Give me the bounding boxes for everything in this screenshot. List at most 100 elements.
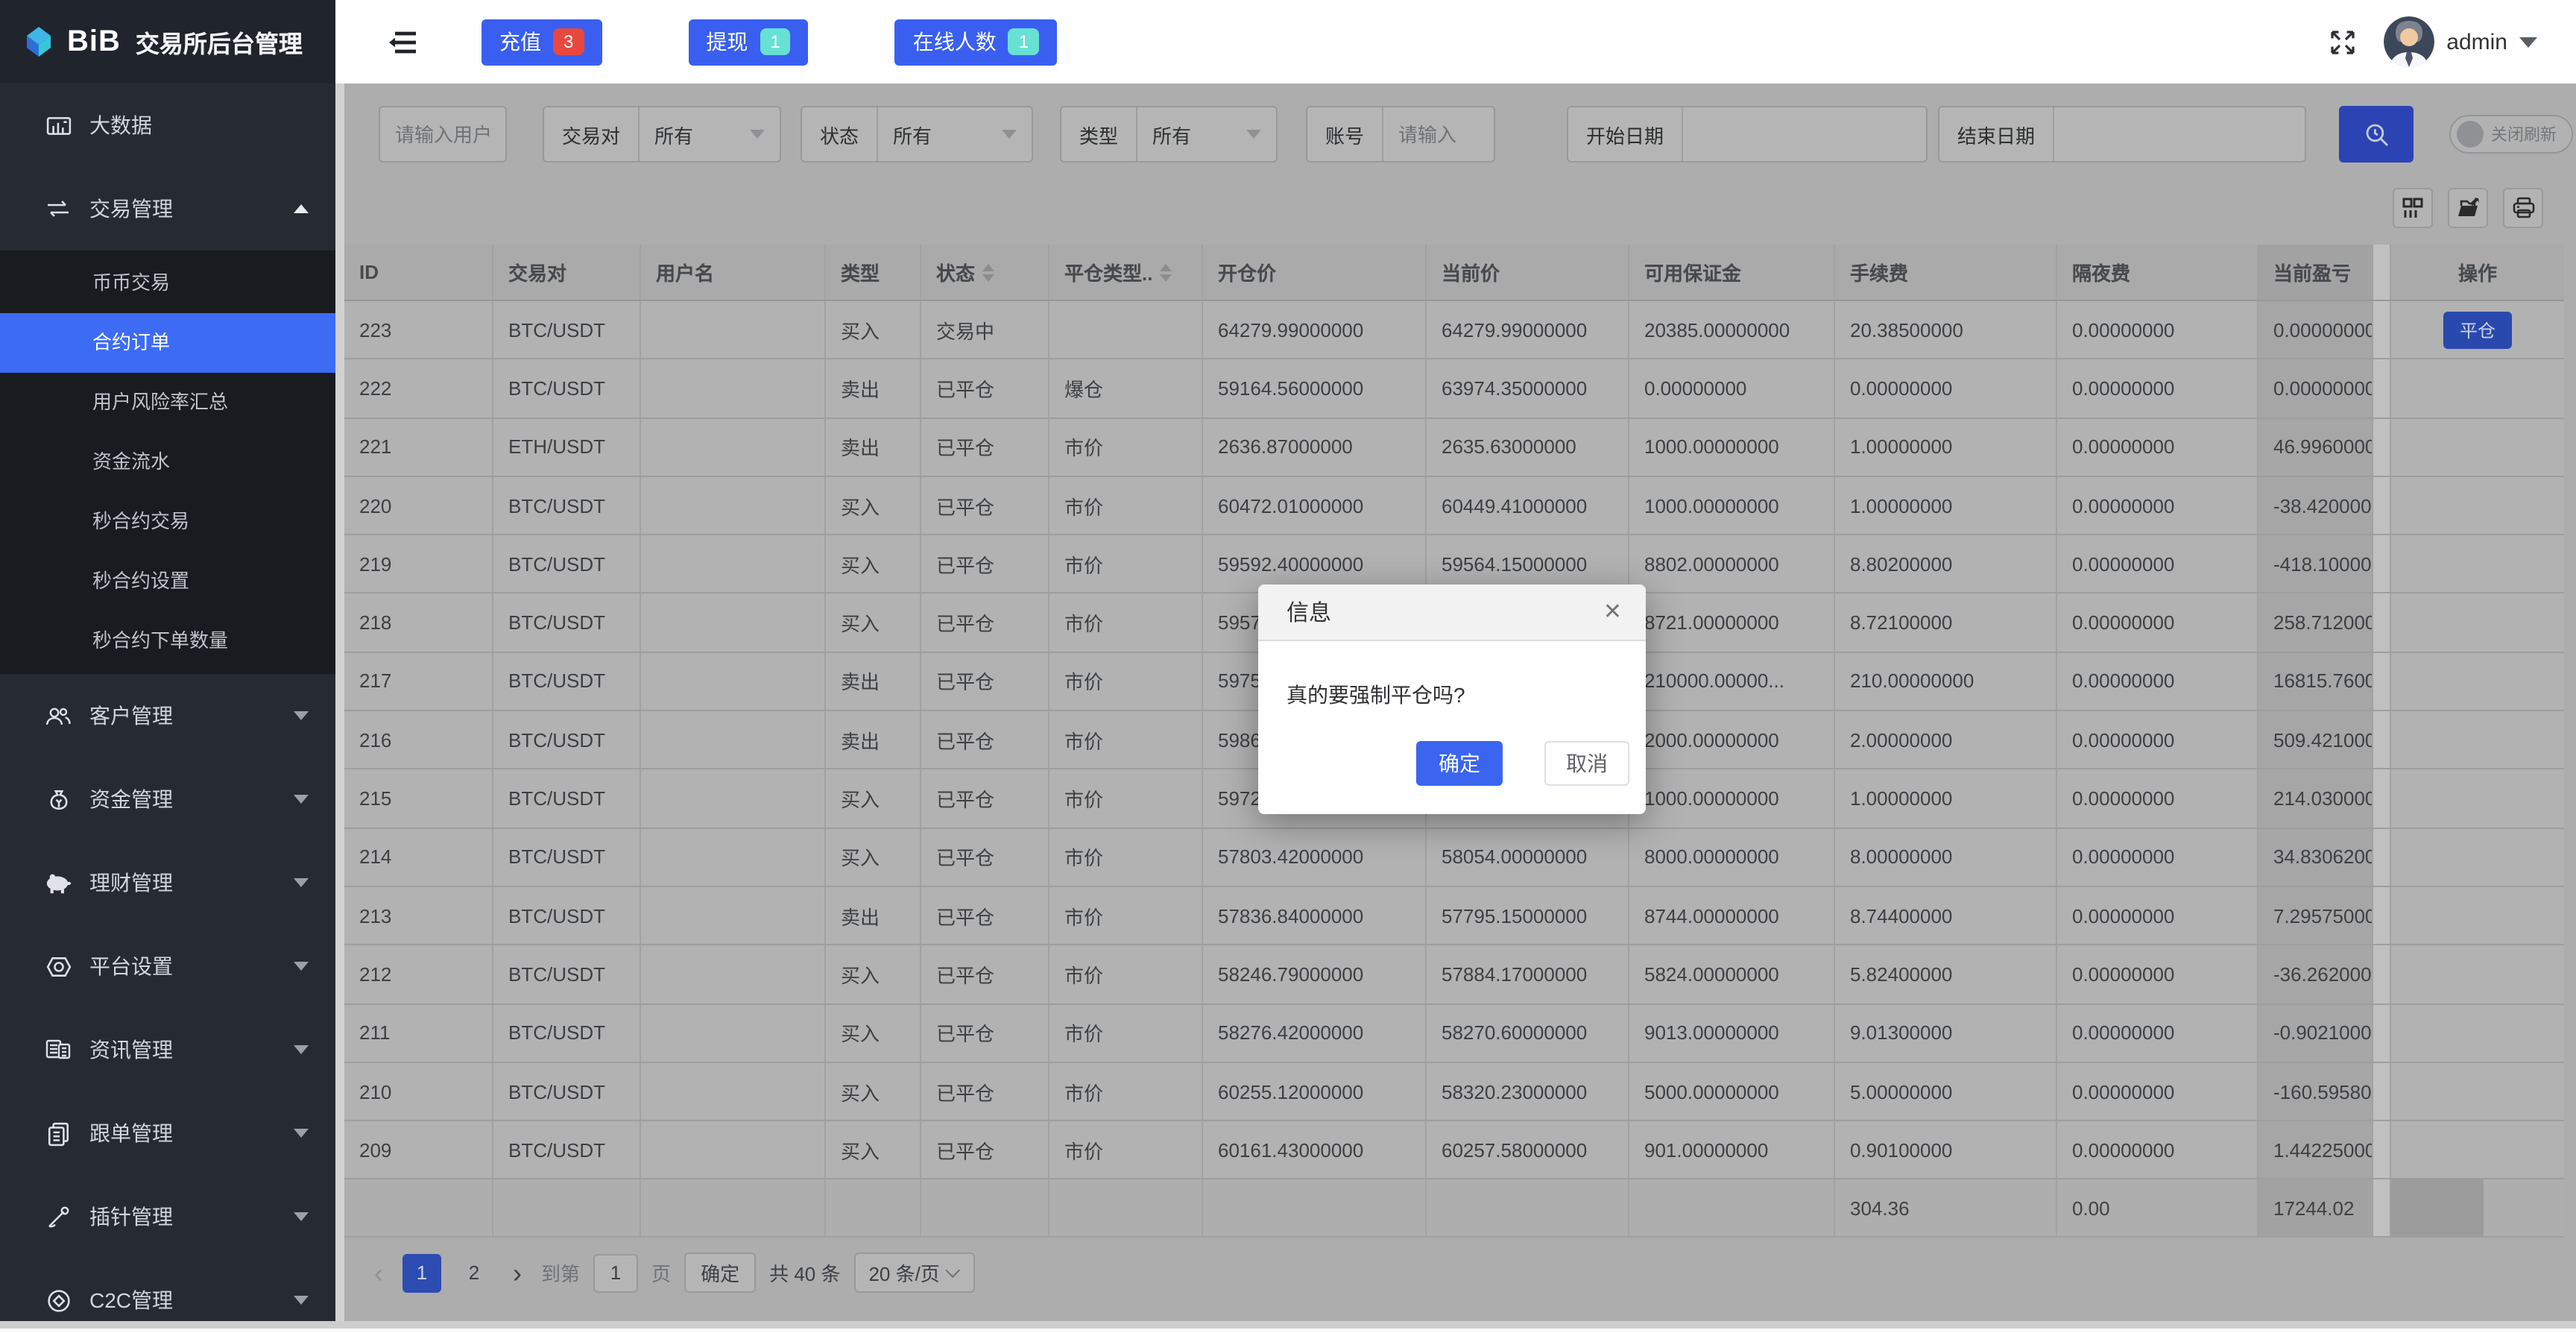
sidebar-item[interactable]: 平台设置: [0, 924, 335, 1008]
column-header[interactable]: 类型: [826, 245, 921, 300]
sidebar-scrollbar[interactable]: [335, 83, 344, 1321]
columns-grid-icon[interactable]: [2393, 187, 2433, 227]
sort-icon[interactable]: [1160, 263, 1172, 281]
sidebar-item[interactable]: 交易管理: [0, 167, 335, 250]
user-id-input[interactable]: [379, 106, 507, 163]
cell-id: 214: [344, 828, 493, 886]
cancel-button[interactable]: 取消: [1544, 741, 1629, 786]
cell-fee: 5.82400000: [1835, 946, 2057, 1003]
sidebar-subitem[interactable]: 合约订单: [0, 313, 335, 373]
avatar: [2384, 16, 2434, 67]
table-scrollbar-gutter: [2373, 770, 2391, 828]
close-position-button[interactable]: 平仓: [2443, 311, 2512, 348]
sidebar-item[interactable]: 跟单管理: [0, 1091, 335, 1175]
goto-confirm-button[interactable]: 确定: [684, 1253, 756, 1293]
sidebar-item[interactable]: 理财管理: [0, 841, 335, 924]
page-size-select[interactable]: 20 条/页: [853, 1253, 975, 1293]
cell-action: [2391, 770, 2564, 828]
pair-filter[interactable]: 交易对 所有: [543, 106, 781, 163]
user-menu[interactable]: admin: [2384, 16, 2537, 67]
sidebar-subitem[interactable]: 币币交易: [0, 253, 335, 313]
refresh-toggle-label: 关闭刷新: [2491, 122, 2557, 146]
cell-type: 买入: [826, 1121, 921, 1179]
column-header[interactable]: 手续费: [1835, 245, 2057, 300]
sort-icon[interactable]: [982, 263, 994, 281]
start-date-filter[interactable]: 开始日期: [1567, 106, 1928, 163]
summary-cell: [1203, 1180, 1427, 1237]
search-button[interactable]: [2339, 106, 2414, 163]
hscrollbar-thumb[interactable]: [2391, 1180, 2484, 1237]
sidebar-subitem[interactable]: 资金流水: [0, 432, 335, 492]
column-header[interactable]: ID: [344, 245, 493, 300]
column-header[interactable]: 开仓价: [1203, 245, 1427, 300]
print-icon[interactable]: [2503, 187, 2543, 227]
cell-pair: BTC/USDT: [493, 653, 641, 710]
column-header[interactable]: 用户名: [641, 245, 826, 300]
account-input[interactable]: [1383, 107, 1494, 161]
column-header[interactable]: 状态: [921, 245, 1049, 300]
export-icon[interactable]: [2448, 187, 2488, 227]
fullscreen-icon[interactable]: [2329, 28, 2357, 56]
column-header[interactable]: 平仓类型..: [1049, 245, 1203, 300]
cell-pnl: -418.10000000: [2258, 535, 2373, 593]
chevron-down-icon: [294, 1296, 309, 1305]
table-row: 210BTC/USDT买入已平仓市价60255.1200000058320.23…: [344, 1063, 2564, 1122]
cell-action: [2391, 946, 2564, 1003]
next-page-button[interactable]: ›: [507, 1260, 528, 1287]
sidebar-item[interactable]: 插针管理: [0, 1175, 335, 1258]
table-row: 214BTC/USDT买入已平仓市价57803.4200000058054.00…: [344, 828, 2564, 887]
search-icon: [2364, 122, 2389, 147]
sidebar-subitem[interactable]: 用户风险率汇总: [0, 373, 335, 432]
account-filter[interactable]: 账号: [1306, 106, 1495, 163]
column-header[interactable]: 隔夜费: [2057, 245, 2258, 300]
cell-margin: 2000.00000000: [1629, 711, 1835, 769]
cell-overnight_fee: 0.00000000: [2057, 535, 2258, 593]
goto-page-input[interactable]: [593, 1254, 638, 1293]
sidebar-subitem[interactable]: 秒合约交易: [0, 492, 335, 552]
column-header[interactable]: 当前盈亏: [2258, 245, 2373, 300]
status-filter[interactable]: 状态 所有: [801, 106, 1033, 163]
cell-current_price: 60257.58000000: [1427, 1121, 1629, 1179]
sidebar-item[interactable]: 客户管理: [0, 674, 335, 757]
cell-type: 买入: [826, 594, 921, 652]
sidebar-collapse-icon[interactable]: [389, 29, 419, 54]
cell-pair: BTC/USDT: [493, 946, 641, 1003]
quick-button[interactable]: 在线人数1: [895, 19, 1057, 65]
summary-cell: [493, 1180, 641, 1237]
cell-action: [2391, 1004, 2564, 1062]
page-number[interactable]: 2: [455, 1254, 493, 1293]
goto-label: 到第: [541, 1259, 580, 1288]
cell-type: 买入: [826, 946, 921, 1003]
cell-pair: BTC/USDT: [493, 535, 641, 593]
cell-margin: 20385.00000000: [1629, 301, 1835, 359]
sidebar-item[interactable]: 大数据: [0, 83, 335, 167]
sidebar-item[interactable]: 资金管理: [0, 757, 335, 841]
logo-text: BiB: [67, 25, 121, 59]
sidebar-item[interactable]: 资讯管理: [0, 1008, 335, 1091]
type-filter[interactable]: 类型 所有: [1060, 106, 1278, 163]
confirm-button[interactable]: 确定: [1416, 741, 1503, 786]
page-number[interactable]: 1: [402, 1254, 441, 1293]
column-header[interactable]: 可用保证金: [1629, 245, 1835, 300]
table-scrollbar-gutter: [2373, 828, 2391, 886]
summary-cell: 0.00: [2057, 1180, 2258, 1237]
refresh-toggle[interactable]: 关闭刷新: [2449, 115, 2573, 154]
prev-page-button[interactable]: ‹: [368, 1260, 389, 1287]
table-scrollbar-gutter: [2373, 887, 2391, 945]
quick-button[interactable]: 提现1: [688, 19, 808, 65]
sidebar-item[interactable]: C2C管理: [0, 1258, 335, 1321]
quick-button[interactable]: 充值3: [482, 19, 602, 65]
cell-close_type: 市价: [1049, 535, 1203, 593]
cell-margin: 9013.00000000: [1629, 1004, 1835, 1062]
end-date-filter[interactable]: 结束日期: [1938, 106, 2306, 163]
cell-overnight_fee: 0.00000000: [2057, 711, 2258, 769]
sidebar-subitem[interactable]: 秒合约设置: [0, 552, 335, 611]
column-header[interactable]: 当前价: [1427, 245, 1629, 300]
sidebar-subitem[interactable]: 秒合约下单数量: [0, 611, 335, 671]
cell-id: 215: [344, 770, 493, 828]
column-header[interactable]: 交易对: [493, 245, 641, 300]
pagination: ‹12›到第页确定共 40 条20 条/页: [344, 1238, 2576, 1293]
table-row: 212BTC/USDT买入已平仓市价58246.7900000057884.17…: [344, 946, 2564, 1005]
close-icon[interactable]: ✕: [1603, 601, 1622, 623]
cell-id: 219: [344, 535, 493, 593]
